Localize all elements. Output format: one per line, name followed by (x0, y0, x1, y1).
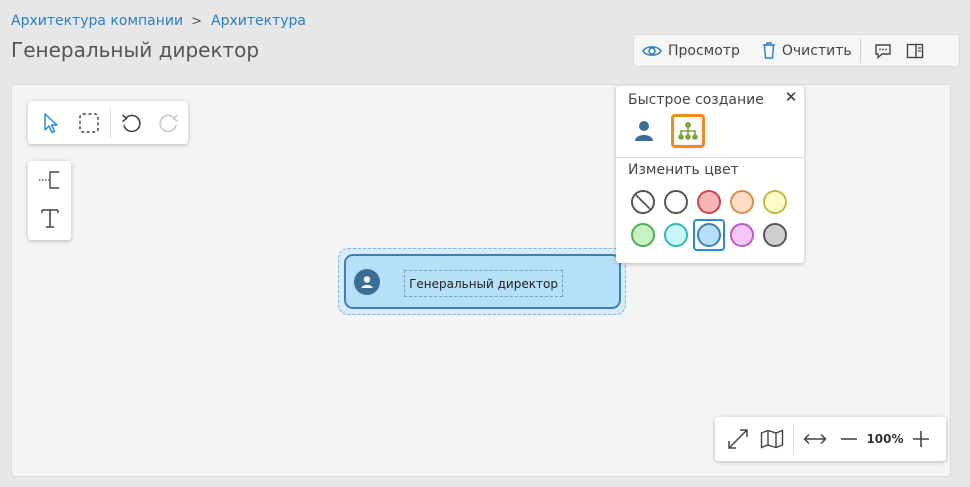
breadcrumb-item-company-architecture[interactable]: Архитектура компании (11, 13, 183, 29)
color-swatch-gray[interactable] (759, 219, 791, 251)
person-icon (635, 121, 653, 141)
zoom-out-icon (841, 438, 857, 440)
color-swatch-magenta[interactable] (726, 219, 758, 251)
quick-create-org-chart-button[interactable] (671, 114, 705, 148)
quick-create-person-button[interactable] (627, 114, 661, 148)
quick-create-title: Быстрое создание (628, 92, 764, 108)
comments-button[interactable] (867, 35, 899, 66)
tools-separator (109, 107, 111, 138)
org-chart-icon (678, 122, 698, 140)
connector-tool-button[interactable] (28, 161, 71, 199)
canvas-tools-panel (28, 101, 188, 144)
popup-divider (616, 157, 804, 158)
pointer-icon (44, 112, 58, 133)
view-button-label: Просмотр (668, 42, 740, 59)
zoom-out-button[interactable] (832, 417, 866, 461)
quick-create-popup: Быстрое создание ✕ Изменить цвет (616, 86, 804, 263)
trash-icon (762, 42, 775, 59)
color-swatch-white[interactable] (660, 186, 692, 218)
color-swatch-circle (697, 223, 721, 247)
color-swatch-blue[interactable] (693, 219, 725, 251)
color-swatch-circle (730, 223, 754, 247)
color-swatch-green[interactable] (627, 219, 659, 251)
redo-button[interactable] (150, 101, 188, 144)
clear-button-label: Очистить (781, 42, 852, 59)
color-swatch-red[interactable] (693, 186, 725, 218)
map-icon (760, 429, 784, 449)
minimap-button[interactable] (755, 417, 789, 461)
side-panel-button[interactable] (899, 35, 931, 66)
color-swatch-none[interactable] (627, 186, 659, 218)
color-swatch-circle (664, 190, 688, 214)
diagram-canvas[interactable]: Генеральный директор Быстрое создание ✕ … (11, 84, 951, 477)
redo-icon (159, 113, 179, 132)
eye-icon (642, 45, 662, 56)
undo-button[interactable] (113, 101, 151, 144)
toolbar-separator (859, 38, 861, 63)
connector-icon (38, 171, 59, 189)
color-swatch-circle (763, 223, 787, 247)
zoom-in-icon (913, 431, 929, 447)
color-swatch-circle (664, 223, 688, 247)
color-swatch-circle (730, 190, 754, 214)
color-swatch-circle (631, 190, 655, 214)
zoom-level: 100% (866, 432, 904, 446)
fit-width-button[interactable] (798, 417, 832, 461)
text-icon (40, 209, 59, 228)
side-panel-icon (906, 43, 923, 58)
clear-button[interactable]: Очистить (748, 35, 860, 66)
no-color-icon (635, 194, 651, 210)
color-swatch-orange[interactable] (726, 186, 758, 218)
node-label[interactable]: Генеральный директор (404, 270, 563, 297)
color-swatch-circle (631, 223, 655, 247)
zoom-panel: 100% (715, 417, 946, 461)
comment-icon (874, 43, 891, 59)
select-tool-button[interactable] (32, 101, 70, 144)
zoom-separator (793, 424, 794, 454)
top-toolbar: Просмотр Очистить (633, 34, 960, 67)
view-button[interactable]: Просмотр (634, 35, 748, 66)
fullscreen-button[interactable] (721, 417, 755, 461)
page-title: Генеральный директор (11, 38, 260, 62)
org-node-general-director[interactable]: Генеральный директор (344, 254, 621, 309)
popup-close-button[interactable]: ✕ (783, 89, 799, 105)
color-swatch-circle (763, 190, 787, 214)
fullscreen-icon (728, 429, 748, 449)
shapes-panel (28, 161, 71, 240)
color-swatch-cyan[interactable] (660, 219, 692, 251)
zoom-in-button[interactable] (904, 417, 938, 461)
text-tool-button[interactable] (28, 199, 71, 237)
color-swatch-circle (697, 190, 721, 214)
breadcrumb: Архитектура компании > Архитектура (11, 13, 306, 29)
area-select-button[interactable] (70, 101, 108, 144)
fit-width-icon (803, 433, 827, 445)
breadcrumb-separator: > (191, 13, 203, 29)
color-swatch-yellow[interactable] (759, 186, 791, 218)
dashed-rect-icon (78, 112, 99, 133)
breadcrumb-item-architecture[interactable]: Архитектура (211, 13, 306, 29)
person-icon (354, 269, 380, 295)
undo-icon (122, 113, 141, 132)
change-color-title: Изменить цвет (628, 162, 739, 178)
